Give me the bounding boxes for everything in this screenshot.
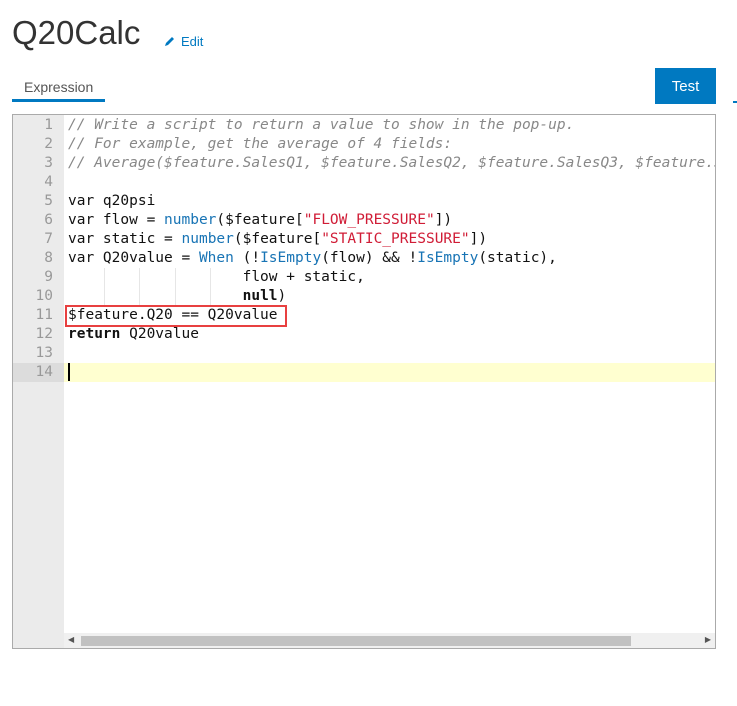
- code-text: var q20psi: [68, 192, 155, 211]
- code-token: ($feature[: [216, 212, 304, 228]
- line-number: 9: [44, 269, 53, 285]
- code-line[interactable]: 5 var q20psi: [13, 192, 715, 211]
- code-line[interactable]: 1 // Write a script to return a value to …: [13, 116, 715, 135]
- line-number: 13: [35, 345, 53, 361]
- code-line[interactable]: 2 // For example, get the average of 4 fi…: [13, 135, 715, 154]
- code-line[interactable]: 7 var static = number($feature["STATIC_PR…: [13, 230, 715, 249]
- code-token: ]): [434, 212, 453, 228]
- code-line[interactable]: 14: [13, 363, 715, 382]
- scrollbar-thumb[interactable]: [81, 636, 631, 646]
- code-text: flow + static,: [68, 268, 365, 287]
- code-token: ($feature[: [233, 231, 322, 247]
- code-text: // Average($feature.SalesQ1, $feature.Sa…: [68, 154, 716, 173]
- code-token: var static =: [68, 231, 182, 247]
- code-token: "STATIC_PRESSURE": [321, 231, 470, 247]
- code-token: return: [68, 326, 121, 342]
- test-button[interactable]: Test: [655, 68, 716, 104]
- scroll-right-icon[interactable]: ▶: [705, 635, 711, 644]
- line-number: 1: [44, 117, 53, 133]
- code-token: ]): [469, 231, 488, 247]
- code-token: // Write a script to return a value to s…: [68, 117, 575, 133]
- code-token: flow + static,: [68, 269, 365, 285]
- code-text: // For example, get the average of 4 fie…: [68, 135, 452, 154]
- code-text: return Q20value: [68, 325, 199, 344]
- code-token: null: [242, 288, 278, 304]
- side-panel-edge: [733, 101, 737, 103]
- code-text: var flow = number($feature["FLOW_PRESSUR…: [68, 211, 452, 230]
- code-line[interactable]: 8 var Q20value = When (!IsEmpty(flow) && …: [13, 249, 715, 268]
- edit-title-button[interactable]: Edit: [164, 34, 203, 49]
- line-number: 3: [44, 155, 53, 171]
- code-editor[interactable]: 1 // Write a script to return a value to …: [12, 114, 716, 649]
- code-text: var static = number($feature["STATIC_PRE…: [68, 230, 487, 249]
- line-number: 14: [13, 363, 64, 382]
- line-number: 8: [44, 250, 53, 266]
- code-token: var q20psi: [68, 193, 156, 209]
- code-token: number: [181, 231, 234, 247]
- code-text: // Write a script to return a value to s…: [68, 116, 574, 135]
- line-number: 2: [44, 136, 53, 152]
- expression-title: Q20Calc: [12, 14, 141, 51]
- line-number: 7: [44, 231, 53, 247]
- text-cursor: [68, 363, 70, 381]
- pencil-icon: [165, 37, 174, 46]
- code-token: ): [277, 288, 287, 304]
- code-token: number: [164, 212, 217, 228]
- code-token: Q20value: [120, 326, 199, 342]
- code-line[interactable]: 9 flow + static,: [13, 268, 715, 287]
- code-token: var flow =: [68, 212, 165, 228]
- line-number: 5: [44, 193, 53, 209]
- code-token: (static),: [478, 250, 557, 266]
- horizontal-scrollbar[interactable]: ◀ ▶: [64, 633, 715, 648]
- code-token: // For example, get the average of 4 fie…: [68, 136, 453, 152]
- code-token: "FLOW_PRESSURE": [303, 212, 435, 228]
- code-line[interactable]: 13: [13, 344, 715, 363]
- line-number: 10: [35, 288, 53, 304]
- line-number: 11: [35, 307, 53, 323]
- tab-expression[interactable]: Expression: [12, 70, 105, 102]
- edit-label: Edit: [181, 34, 204, 49]
- code-token: var Q20value =: [68, 250, 199, 266]
- code-text: var Q20value = When (!IsEmpty(flow) && !…: [68, 249, 557, 268]
- code-line[interactable]: 10 null): [13, 287, 715, 306]
- highlight-box: [65, 305, 287, 327]
- code-lines[interactable]: 1 // Write a script to return a value to …: [13, 116, 715, 382]
- code-token: IsEmpty: [417, 250, 479, 266]
- code-token: When: [198, 250, 234, 266]
- code-token: // Average($feature.SalesQ1, $feature.Sa…: [68, 155, 716, 171]
- scroll-left-icon[interactable]: ◀: [68, 635, 74, 644]
- code-line[interactable]: 4: [13, 173, 715, 192]
- code-text: null): [68, 287, 287, 306]
- code-token: (flow) && !: [321, 250, 418, 266]
- line-number: 6: [44, 212, 53, 228]
- code-line[interactable]: 12 return Q20value: [13, 325, 715, 344]
- code-line[interactable]: 3 // Average($feature.SalesQ1, $feature.S…: [13, 154, 715, 173]
- line-number: 4: [44, 174, 53, 190]
- code-token: IsEmpty: [260, 250, 322, 266]
- code-token: (!: [233, 250, 261, 266]
- line-number: 12: [35, 326, 53, 342]
- code-line[interactable]: 6 var flow = number($feature["FLOW_PRESSU…: [13, 211, 715, 230]
